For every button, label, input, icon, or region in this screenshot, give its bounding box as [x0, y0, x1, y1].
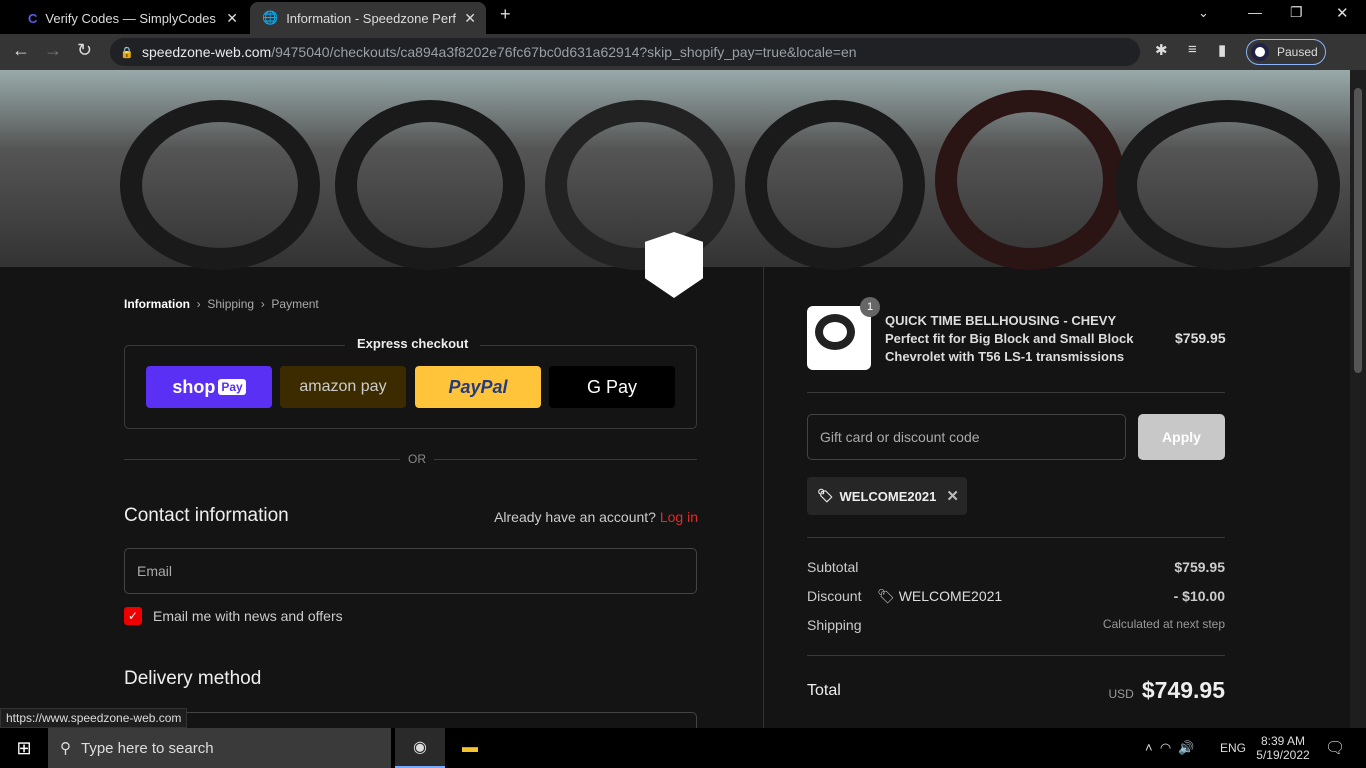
tag-icon: 🏷: [877, 588, 895, 604]
contact-title: Contact information: [124, 505, 289, 526]
url-domain: speedzone-web.com: [142, 44, 272, 60]
product-name: QUICK TIME BELLHOUSING - CHEVY: [885, 313, 1117, 328]
apply-button[interactable]: Apply: [1138, 414, 1225, 460]
tab-title: Information - Speedzone Perform: [286, 10, 457, 26]
product-thumbnail: [807, 306, 871, 370]
profile-status: Paused: [1277, 45, 1318, 59]
discount-row: Discount 🏷 WELCOME2021- $10.00: [807, 588, 1225, 604]
express-checkout: Express checkout shop Pay amazon pay PayP…: [124, 336, 697, 429]
tray-icons[interactable]: ˄ ◠ 🔊: [1145, 740, 1195, 756]
close-icon[interactable]: ✕: [464, 10, 476, 27]
breadcrumb-payment: Payment: [271, 297, 319, 311]
notifications-icon[interactable]: 🗨: [1325, 738, 1345, 758]
windows-start-icon[interactable]: ⊞: [0, 738, 48, 759]
sidebar-icon[interactable]: ▮: [1218, 41, 1226, 59]
account-prompt: Already have an account? Log in: [494, 509, 698, 525]
checkbox-checked-icon[interactable]: ✓: [124, 607, 142, 625]
scrollbar[interactable]: [1350, 70, 1366, 728]
shipping-row: Shipping Calculated at next step: [807, 617, 1225, 633]
email-field[interactable]: Email: [124, 548, 697, 594]
search-icon: ⚲: [60, 740, 71, 757]
globe-icon: 🌐: [262, 10, 279, 25]
hero-banner-steering-wheels: [0, 70, 1350, 298]
google-pay-button[interactable]: G Pay: [549, 366, 675, 408]
newsletter-label: Email me with news and offers: [153, 608, 343, 624]
restore-icon[interactable]: ❐: [1290, 4, 1303, 21]
taskbar-search[interactable]: ⚲ Type here to search: [48, 728, 391, 768]
simplycodes-icon: C: [28, 10, 38, 26]
total-row: Total USD $749.95: [807, 677, 1225, 703]
clock[interactable]: 8:39 AM 5/19/2022: [1255, 734, 1311, 762]
breadcrumb-information[interactable]: Information: [124, 297, 190, 311]
status-bar-url: https://www.speedzone-web.com: [0, 708, 188, 728]
tab-speedzone[interactable]: 🌐 Information - Speedzone Perform ✕: [250, 2, 486, 34]
product-info: QUICK TIME BELLHOUSING - CHEVY Perfect fi…: [885, 312, 1145, 366]
tab-bar: C Verify Codes — SimplyCodes ✕ 🌐 Informatio…: [0, 0, 1366, 34]
forward-icon[interactable]: →: [44, 40, 62, 61]
product-price: $759.95: [1175, 330, 1226, 346]
amazon-pay-button[interactable]: amazon pay: [280, 366, 406, 408]
breadcrumb-shipping: Shipping: [207, 297, 255, 311]
file-explorer-icon[interactable]: ▬: [445, 739, 495, 757]
avatar: [1251, 43, 1269, 61]
tab-search-icon[interactable]: ⌄: [1198, 5, 1209, 21]
extensions-icon[interactable]: ✱: [1155, 41, 1168, 59]
discount-tag: 🏷 WELCOME2021 ✕: [807, 477, 967, 515]
speedzone-logo: [645, 232, 703, 298]
breadcrumb: Information › Shipping › Payment: [124, 297, 319, 311]
product-description: Perfect fit for Big Block and Small Bloc…: [885, 331, 1134, 364]
quantity-badge: 1: [860, 297, 880, 317]
url-path: /9475040/checkouts/ca894a3f8202e76fc67bc…: [271, 44, 857, 60]
lock-icon: 🔒: [120, 46, 134, 59]
close-icon[interactable]: ✕: [226, 10, 238, 27]
shop-pay-button[interactable]: shop Pay: [146, 366, 272, 408]
login-link[interactable]: Log in: [660, 509, 698, 525]
language-indicator[interactable]: ENG: [1220, 741, 1246, 755]
order-summary: 1 QUICK TIME BELLHOUSING - CHEVY Perfect …: [763, 267, 1350, 728]
delivery-title: Delivery method: [124, 668, 262, 689]
tag-icon: 🏷: [817, 488, 834, 503]
media-icon[interactable]: ≡: [1188, 41, 1197, 58]
minimize-icon[interactable]: —: [1248, 4, 1262, 20]
new-tab-icon[interactable]: +: [500, 4, 511, 25]
taskbar: ⊞ ⚲ Type here to search ◉ ▬ ˄ ◠ 🔊 ENG 8:3…: [0, 728, 1366, 768]
url-input[interactable]: 🔒 speedzone-web.com/9475040/checkouts/ca8…: [110, 38, 1140, 66]
remove-discount-icon[interactable]: ✕: [946, 487, 959, 505]
subtotal-row: Subtotal $759.95: [807, 559, 1225, 575]
discount-code-input[interactable]: Gift card or discount code: [807, 414, 1126, 460]
close-window-icon[interactable]: ✕: [1336, 4, 1349, 22]
tab-title: Verify Codes — SimplyCodes: [45, 10, 216, 26]
paypal-button[interactable]: PayPal: [415, 366, 541, 408]
address-bar: ← → ↻ 🔒 speedzone-web.com/9475040/checkou…: [0, 34, 1366, 70]
newsletter-checkbox-row[interactable]: ✓ Email me with news and offers: [124, 607, 343, 625]
profile-button[interactable]: Paused: [1246, 39, 1326, 65]
tab-simplycodes[interactable]: C Verify Codes — SimplyCodes ✕: [8, 2, 248, 34]
reload-icon[interactable]: ↻: [77, 40, 92, 61]
or-divider: OR: [124, 452, 697, 466]
express-title: Express checkout: [345, 336, 481, 351]
back-icon[interactable]: ←: [12, 40, 30, 61]
chrome-icon[interactable]: ◉: [395, 728, 445, 768]
